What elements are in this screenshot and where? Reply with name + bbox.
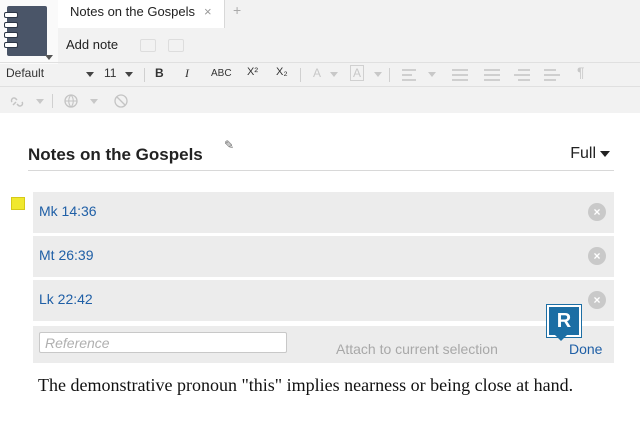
superscript-button[interactable]: X² xyxy=(247,66,258,78)
icon-line xyxy=(518,79,530,81)
globe-icon-graphic xyxy=(64,94,78,108)
bold-button[interactable]: B xyxy=(155,66,164,80)
tab-title: Notes on the Gospels xyxy=(70,4,196,19)
icon-line xyxy=(402,79,416,81)
close-tab-icon[interactable]: × xyxy=(204,4,212,19)
remove-reference-icon[interactable]: × xyxy=(588,247,606,265)
add-note-button[interactable]: Add note xyxy=(66,37,118,52)
globe-icon[interactable] xyxy=(64,94,78,108)
chevron-down-icon[interactable] xyxy=(374,72,382,77)
icon-line xyxy=(402,74,412,76)
increase-indent-icon[interactable] xyxy=(544,69,560,81)
icon-line xyxy=(452,74,468,76)
toolbar-divider xyxy=(0,62,640,63)
notebook-ring xyxy=(4,42,18,48)
pencil-icon[interactable]: ✎ xyxy=(224,138,234,152)
done-button[interactable]: Done xyxy=(569,341,602,357)
new-tab-icon[interactable]: + xyxy=(233,2,241,18)
reference-link[interactable]: Mt 26:39 xyxy=(39,247,93,263)
icon-line xyxy=(484,74,500,76)
chevron-down-icon[interactable] xyxy=(36,99,44,104)
highlight-button[interactable]: A xyxy=(350,65,365,81)
link-icon[interactable] xyxy=(10,95,24,107)
icon-line xyxy=(484,79,500,81)
notebook-ring xyxy=(4,32,18,38)
chevron-down-icon[interactable] xyxy=(90,99,98,104)
bullet-list-icon[interactable] xyxy=(452,69,468,81)
toolbar-separator xyxy=(144,68,145,82)
link-icon-graphic xyxy=(10,97,24,107)
chevron-down-icon[interactable] xyxy=(45,55,53,60)
font-name-select[interactable]: Default xyxy=(6,66,44,80)
remove-reference-icon[interactable]: × xyxy=(588,291,606,309)
notebook-ring xyxy=(4,12,18,18)
reference-row: Lk 22:42 × xyxy=(33,280,614,321)
icon-line xyxy=(452,79,468,81)
icon-line xyxy=(402,69,416,71)
font-color-button[interactable]: A xyxy=(313,66,321,80)
paragraph-marks-button[interactable]: ¶ xyxy=(577,64,585,80)
align-icon[interactable] xyxy=(402,69,416,81)
attach-to-selection-button[interactable]: Attach to current selection xyxy=(336,341,498,357)
logo-tail xyxy=(555,335,567,341)
chevron-down-icon xyxy=(600,150,610,157)
add-reference-row: Attach to current selection Done xyxy=(33,326,614,363)
tab-notes-on-the-gospels[interactable]: Notes on the Gospels × xyxy=(58,0,225,28)
toolbar-divider xyxy=(0,86,640,87)
icon-line xyxy=(484,69,500,71)
toolbar-separator xyxy=(389,68,390,82)
logos-logo: R xyxy=(547,305,581,337)
decrease-indent-icon[interactable] xyxy=(514,69,530,81)
chevron-down-icon[interactable] xyxy=(330,72,338,77)
view-mode-dropdown[interactable]: Full xyxy=(570,145,610,163)
subscript-button[interactable]: X₂ xyxy=(276,66,288,78)
insert-icon[interactable] xyxy=(140,39,156,52)
no-link-icon[interactable] xyxy=(114,94,128,108)
view-mode-label: Full xyxy=(570,145,596,162)
document-header: Notes on the Gospels ✎ Full xyxy=(28,138,614,171)
icon-line xyxy=(514,74,530,76)
numbered-list-icon[interactable] xyxy=(484,69,500,81)
sticky-note-icon[interactable] xyxy=(11,197,25,210)
page-title[interactable]: Notes on the Gospels xyxy=(28,145,203,165)
notebook-ring xyxy=(4,22,18,28)
chevron-down-icon[interactable] xyxy=(428,72,436,77)
toolbar-separator xyxy=(52,94,53,108)
font-size-select[interactable]: 11 xyxy=(104,66,116,80)
icon-line xyxy=(544,69,556,71)
icon-line xyxy=(544,74,560,76)
italic-button[interactable]: I xyxy=(185,66,189,81)
reference-link[interactable]: Mk 14:36 xyxy=(39,203,97,219)
icon-line xyxy=(518,69,530,71)
list-view-icon[interactable] xyxy=(168,39,184,52)
reference-row: Mt 26:39 × xyxy=(33,236,614,277)
note-body[interactable]: The demonstrative pronoun "this" implies… xyxy=(38,373,618,397)
chevron-down-icon[interactable] xyxy=(125,72,133,77)
icon-line xyxy=(452,69,468,71)
reference-input[interactable] xyxy=(39,332,287,353)
small-caps-button[interactable]: ABC xyxy=(211,68,232,79)
notebook-icon[interactable] xyxy=(0,0,58,64)
remove-reference-icon[interactable]: × xyxy=(588,203,606,221)
toolbar-separator xyxy=(300,68,301,82)
chevron-down-icon[interactable] xyxy=(86,72,94,77)
reference-row: Mk 14:36 × xyxy=(33,192,614,233)
app-toolbar-area: Notes on the Gospels × + Add note Defaul… xyxy=(0,0,640,113)
icon-line xyxy=(544,79,556,81)
reference-link[interactable]: Lk 22:42 xyxy=(39,291,93,307)
notebook-cover xyxy=(4,6,47,56)
no-link-icon-graphic xyxy=(114,94,128,108)
